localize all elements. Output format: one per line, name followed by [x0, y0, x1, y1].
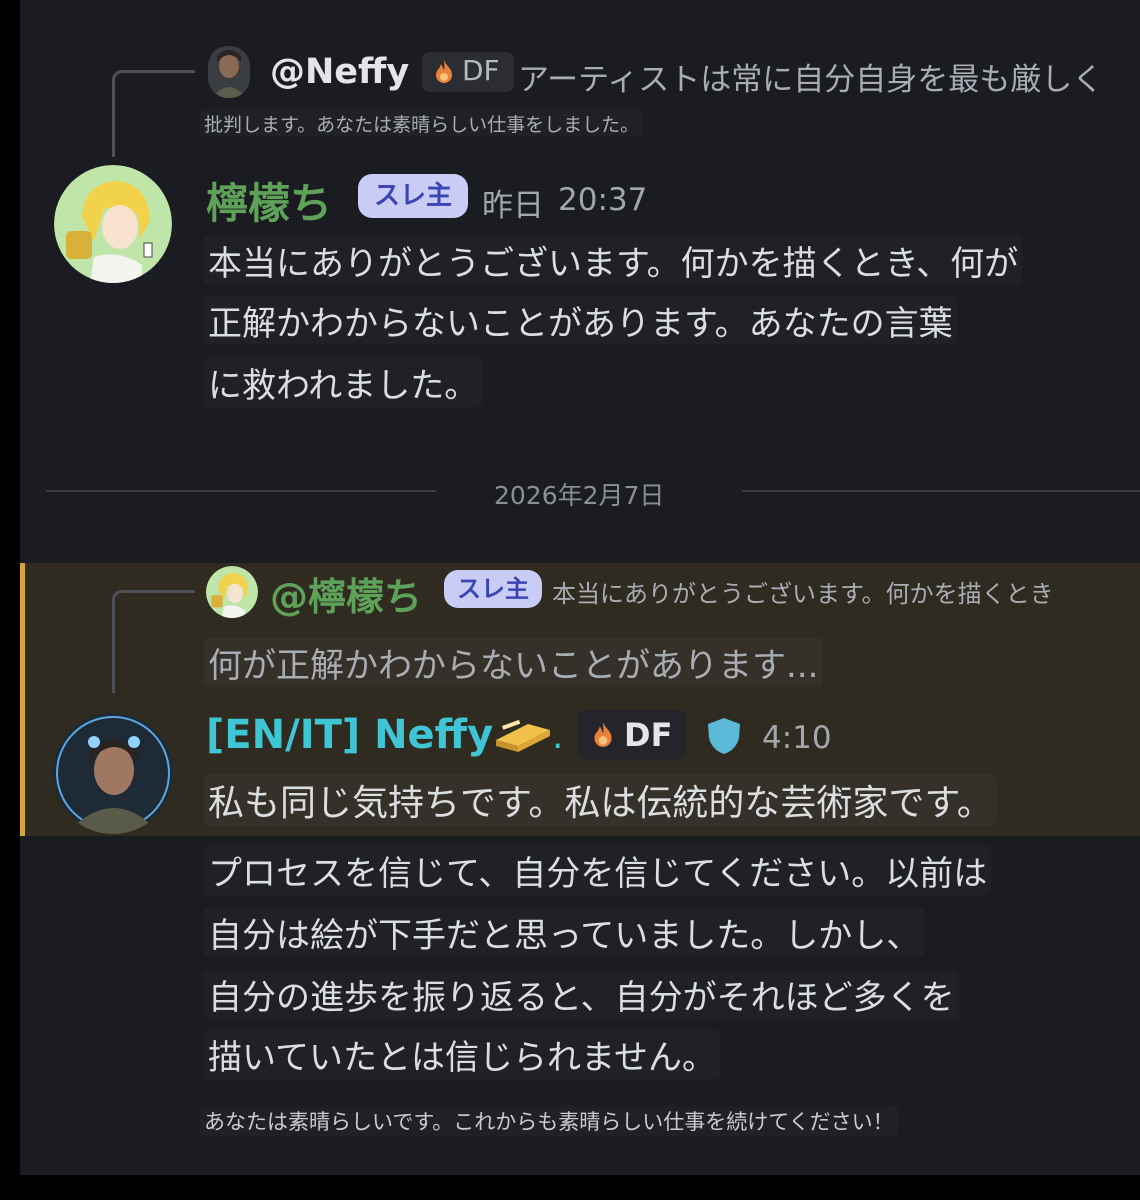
reply-preview-line1[interactable]: 本当にありがとうございます。何かを描くとき	[552, 574, 1054, 609]
reply-username[interactable]: @檸檬ち	[270, 566, 422, 621]
message-footer: あなたは素晴らしいです。これからも素晴らしい仕事を続けてください！	[200, 1106, 898, 1136]
mention-highlight-bar	[20, 563, 25, 836]
message-line: 本当にありがとうございます。何かを描くとき、何が	[204, 236, 1023, 285]
avatar-neffy-icon[interactable]	[52, 712, 174, 834]
butter-icon	[492, 716, 554, 758]
message-time: 4:10	[762, 720, 832, 756]
author-username[interactable]: [EN/IT] Neffy	[206, 712, 493, 758]
reply-tag-label: DF	[462, 54, 500, 87]
author-username[interactable]: 檸檬ち	[206, 170, 332, 231]
message-line: に救われました。	[204, 358, 483, 407]
message-line: 描いていたとは信じられません。	[204, 1030, 720, 1079]
reply-connector	[112, 70, 195, 157]
message-time: 20:37	[558, 182, 648, 218]
message-line: 私も同じ気持ちです。私は伝統的な芸術家です。	[204, 774, 997, 826]
role-tag-label: DF	[624, 716, 673, 754]
username-suffix: .	[552, 716, 564, 757]
flame-icon	[432, 59, 456, 89]
shield-icon	[706, 716, 742, 760]
chat-panel: @Neffy DF アーティストは常に自分自身を最も厳しく 批判します。あなたは…	[20, 0, 1140, 1175]
reply-connector	[112, 590, 195, 693]
reply-role-tag: DF	[422, 52, 514, 92]
message-line: プロセスを信じて、自分を信じてください。以前は	[204, 846, 992, 895]
avatar-lemon-icon[interactable]	[206, 566, 258, 618]
message-day: 昨日	[482, 188, 544, 224]
reply-username[interactable]: @Neffy	[270, 52, 409, 92]
op-badge: スレ主	[358, 174, 468, 218]
reply-preview-line2[interactable]: 批判します。あなたは素晴らしい仕事をしました。	[200, 110, 644, 137]
date-divider-label: 2026年2月7日	[494, 481, 665, 510]
avatar-neffy-icon[interactable]	[208, 46, 250, 98]
message-line: 自分の進歩を振り返ると、自分がそれほど多くを	[204, 970, 959, 1019]
date-divider-right	[742, 490, 1140, 492]
reply-preview-line2[interactable]: 何が正解かわからないことがあります...	[204, 638, 823, 687]
message-line: 正解かわからないことがあります。あなたの言葉	[204, 296, 957, 345]
reply-preview-line1[interactable]: アーティストは常に自分自身を最も厳しく	[518, 54, 1103, 99]
date-divider-left	[46, 490, 436, 492]
avatar-lemon-icon[interactable]	[54, 165, 172, 283]
flame-icon	[590, 721, 616, 753]
op-badge: スレ主	[444, 570, 542, 608]
role-tag: DF	[578, 710, 686, 760]
message-line: 自分は絵が下手だと思っていました。しかし、	[204, 908, 925, 957]
